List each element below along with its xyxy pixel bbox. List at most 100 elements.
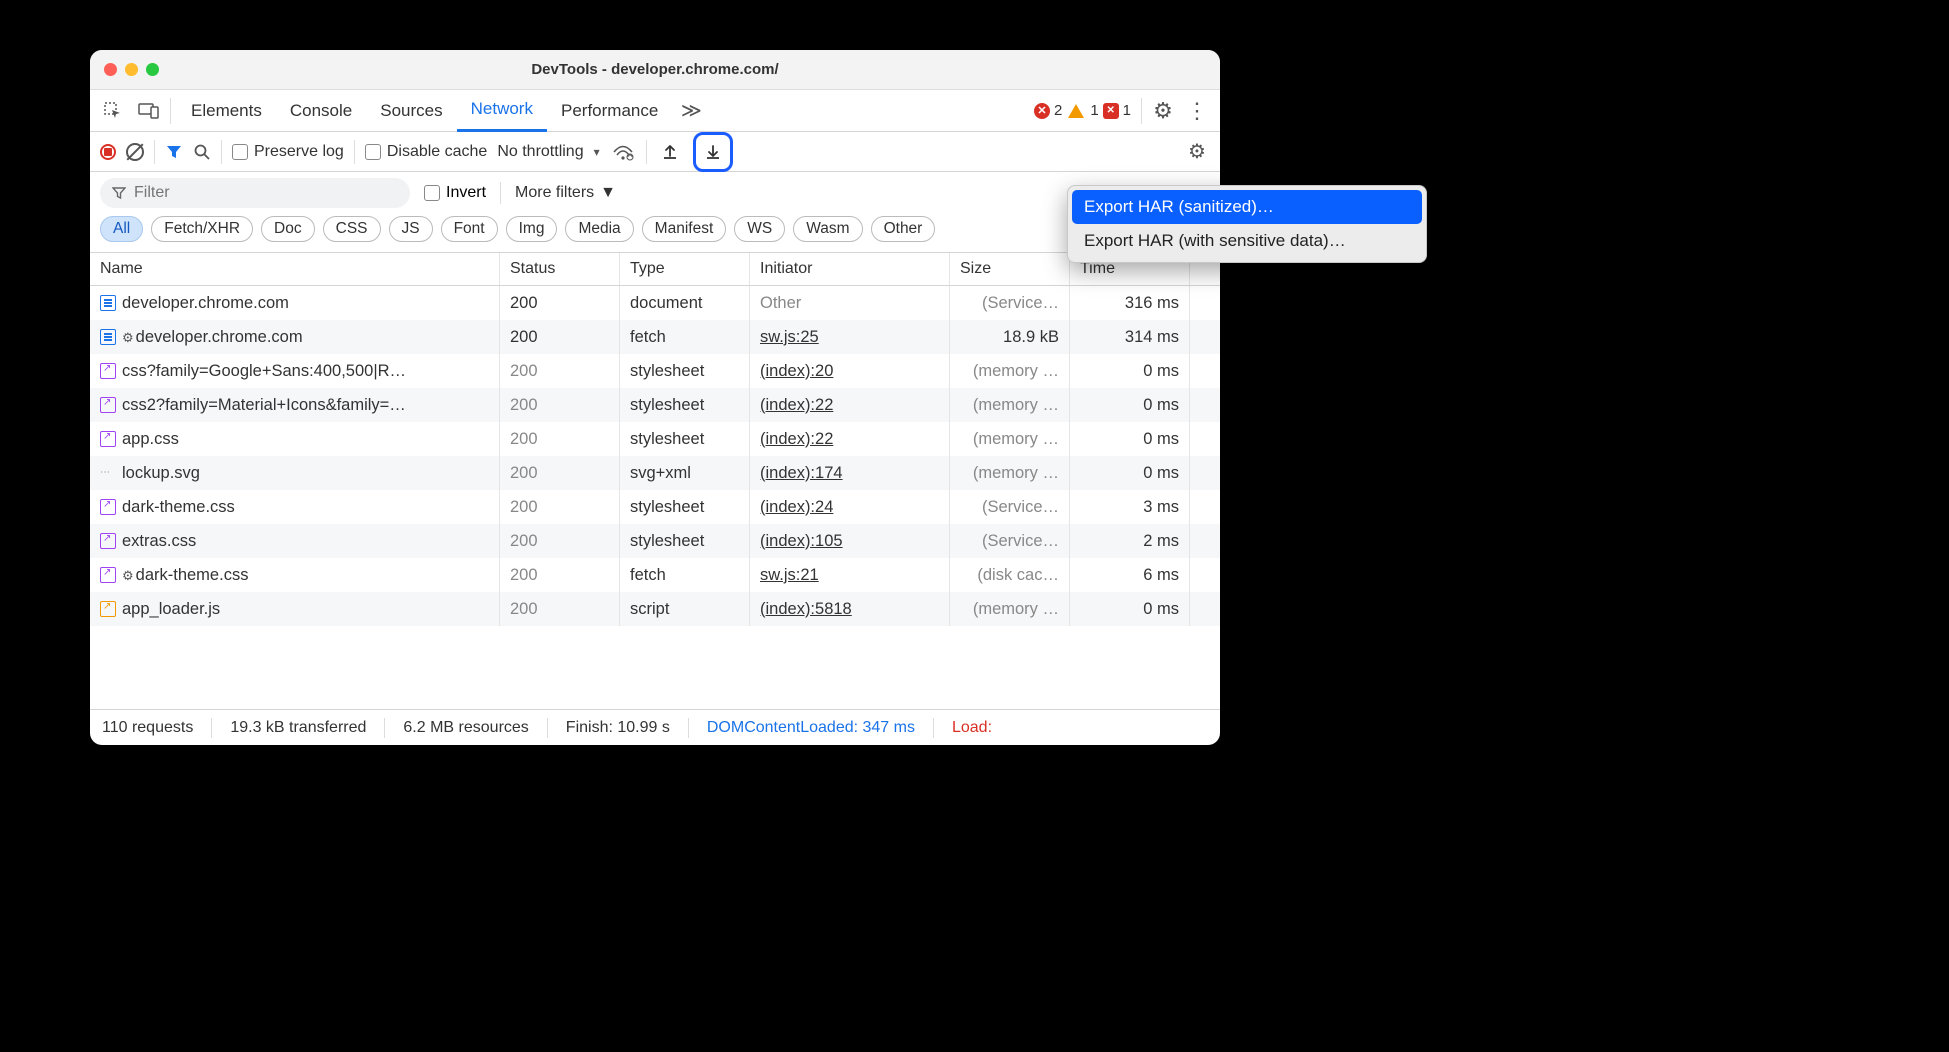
filter-chip-img[interactable]: Img	[506, 216, 558, 242]
chevron-down-icon: ▼	[600, 184, 616, 202]
request-name: css?family=Google+Sans:400,500|R…	[122, 362, 406, 381]
initiator-value[interactable]: sw.js:21	[760, 566, 819, 585]
export-har-menu-item[interactable]: Export HAR (sanitized)…	[1072, 190, 1422, 224]
more-filters-dropdown[interactable]: More filters ▼	[515, 184, 616, 202]
initiator-value[interactable]: (index):5818	[760, 600, 852, 619]
window-minimize-button[interactable]	[125, 63, 138, 76]
column-header-status[interactable]: Status	[500, 253, 620, 285]
size-value: (memory …	[973, 464, 1059, 483]
devtools-window: DevTools - developer.chrome.com/ Element…	[90, 50, 1220, 745]
table-row[interactable]: css2?family=Material+Icons&family=…200st…	[90, 388, 1220, 422]
table-row[interactable]: css?family=Google+Sans:400,500|R…200styl…	[90, 354, 1220, 388]
inspect-element-icon[interactable]	[100, 98, 126, 124]
time-value: 0 ms	[1070, 422, 1190, 456]
initiator-value[interactable]: (index):105	[760, 532, 843, 551]
initiator-value[interactable]: (index):24	[760, 498, 833, 517]
tab-console[interactable]: Console	[276, 90, 366, 132]
column-header-size[interactable]: Size	[950, 253, 1070, 285]
invert-checkbox[interactable]: Invert	[424, 184, 486, 202]
error-count: 2	[1054, 102, 1062, 119]
initiator-value[interactable]: (index):20	[760, 362, 833, 381]
checkbox-icon	[424, 185, 440, 201]
table-row[interactable]: dark-theme.css200fetchsw.js:21(disk cac……	[90, 558, 1220, 592]
table-row[interactable]: developer.chrome.com200fetchsw.js:2518.9…	[90, 320, 1220, 354]
sb-load: Load:	[952, 719, 992, 737]
filter-chip-media[interactable]: Media	[565, 216, 633, 242]
table-row[interactable]: app.css200stylesheet(index):22(memory …0…	[90, 422, 1220, 456]
settings-gear-icon[interactable]: ⚙	[1150, 98, 1176, 124]
image-icon: ⋯	[100, 467, 116, 479]
status-value: 200	[510, 362, 538, 381]
record-button[interactable]	[100, 144, 116, 160]
network-settings-gear-icon[interactable]: ⚙	[1184, 139, 1210, 165]
column-header-name[interactable]: Name	[90, 253, 500, 285]
filter-chip-font[interactable]: Font	[441, 216, 498, 242]
size-value: (memory …	[973, 396, 1059, 415]
tabs-overflow-icon[interactable]: ≫	[678, 98, 704, 124]
console-status-group[interactable]: ✕ 2 1 ✕ 1	[1034, 98, 1142, 124]
network-conditions-icon[interactable]	[610, 139, 636, 165]
size-value: (memory …	[973, 362, 1059, 381]
type-value: stylesheet	[620, 524, 750, 558]
table-row[interactable]: developer.chrome.com200documentOther(Ser…	[90, 286, 1220, 320]
time-value: 314 ms	[1070, 320, 1190, 354]
filter-input-pill[interactable]	[100, 178, 410, 208]
column-header-type[interactable]: Type	[620, 253, 750, 285]
tab-performance[interactable]: Performance	[547, 90, 672, 132]
filter-chip-css[interactable]: CSS	[323, 216, 381, 242]
status-value: 200	[510, 464, 538, 483]
tab-elements[interactable]: Elements	[177, 90, 276, 132]
initiator-value[interactable]: (index):174	[760, 464, 843, 483]
preserve-log-checkbox[interactable]: Preserve log	[232, 143, 344, 161]
issue-icon: ✕	[1103, 103, 1119, 119]
window-close-button[interactable]	[104, 63, 117, 76]
checkbox-icon	[365, 144, 381, 160]
filter-chip-other[interactable]: Other	[871, 216, 936, 242]
tab-sources[interactable]: Sources	[366, 90, 456, 132]
time-value: 6 ms	[1070, 558, 1190, 592]
size-value: (memory …	[973, 600, 1059, 619]
throttling-select[interactable]: No throttling	[497, 143, 599, 161]
filter-chip-all[interactable]: All	[100, 216, 143, 242]
time-value: 0 ms	[1070, 592, 1190, 626]
size-value: (Service…	[982, 294, 1059, 313]
filter-chip-fetchxhr[interactable]: Fetch/XHR	[151, 216, 253, 242]
more-menu-icon[interactable]: ⋮	[1184, 98, 1210, 124]
filter-chip-doc[interactable]: Doc	[261, 216, 315, 242]
table-row[interactable]: app_loader.js200script(index):5818(memor…	[90, 592, 1220, 626]
filter-chip-ws[interactable]: WS	[734, 216, 785, 242]
tab-network[interactable]: Network	[457, 90, 547, 132]
request-name: extras.css	[122, 532, 196, 551]
disable-cache-checkbox[interactable]: Disable cache	[365, 143, 488, 161]
filter-toggle-icon[interactable]	[165, 143, 183, 161]
device-toolbar-icon[interactable]	[136, 98, 162, 124]
table-row[interactable]: ⋯lockup.svg200svg+xml(index):174(memory …	[90, 456, 1220, 490]
column-header-initiator[interactable]: Initiator	[750, 253, 950, 285]
export-har-icon[interactable]	[700, 139, 726, 165]
sb-resources: 6.2 MB resources	[403, 719, 528, 737]
filter-chip-wasm[interactable]: Wasm	[793, 216, 862, 242]
window-maximize-button[interactable]	[146, 63, 159, 76]
initiator-value[interactable]: (index):22	[760, 396, 833, 415]
funnel-icon	[112, 186, 126, 200]
import-har-icon[interactable]	[657, 139, 683, 165]
clear-button[interactable]	[126, 143, 144, 161]
initiator-value[interactable]: sw.js:25	[760, 328, 819, 347]
initiator-value: Other	[760, 294, 801, 313]
table-row[interactable]: extras.css200stylesheet(index):105(Servi…	[90, 524, 1220, 558]
sb-finish: Finish: 10.99 s	[566, 719, 670, 737]
time-value: 316 ms	[1070, 286, 1190, 320]
filter-input[interactable]	[134, 184, 392, 202]
filter-chip-manifest[interactable]: Manifest	[642, 216, 727, 242]
time-value: 3 ms	[1070, 490, 1190, 524]
filter-chip-js[interactable]: JS	[389, 216, 433, 242]
export-har-menu-item[interactable]: Export HAR (with sensitive data)…	[1072, 224, 1422, 258]
status-value: 200	[510, 430, 538, 449]
search-icon[interactable]	[193, 143, 211, 161]
size-value: (Service…	[982, 498, 1059, 517]
request-name: developer.chrome.com	[122, 328, 303, 347]
initiator-value[interactable]: (index):22	[760, 430, 833, 449]
status-value: 200	[510, 396, 538, 415]
export-har-highlight	[693, 132, 733, 172]
table-row[interactable]: dark-theme.css200stylesheet(index):24(Se…	[90, 490, 1220, 524]
